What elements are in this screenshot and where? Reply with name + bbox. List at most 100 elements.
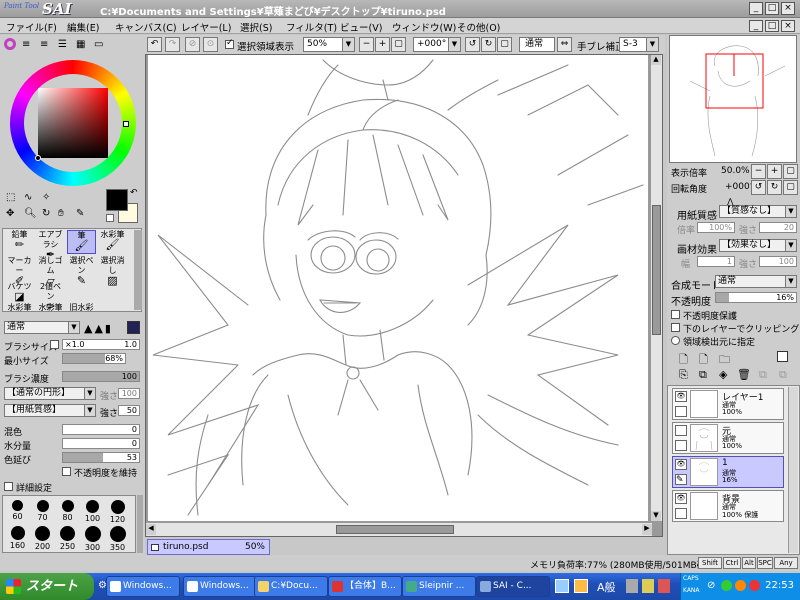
menu-layer[interactable]: レイヤー(L) <box>181 20 231 34</box>
eye-icon[interactable]: 👁︎ <box>675 391 687 402</box>
scroll-right-icon[interactable]: ▶ <box>642 524 652 535</box>
scroll-down-icon[interactable]: ▼ <box>651 511 661 521</box>
brush-size-slider[interactable]: ×1.0 1.0 <box>62 339 140 350</box>
tray-up-icon[interactable]: ⊘ <box>707 580 715 591</box>
tool-select-erase[interactable]: 選択消し ▨ <box>98 256 127 286</box>
flatten-icon[interactable]: ⧉ <box>779 368 787 382</box>
layer-item[interactable]: 元 通常 100% <box>672 422 784 454</box>
layer-item[interactable]: 👁︎ 背景 通常 100% 保護 <box>672 490 784 522</box>
taskbar-item-bbs[interactable]: 【合体】B... <box>328 576 402 597</box>
transparent-color-icon[interactable] <box>106 214 114 222</box>
zoom-reset-icon[interactable]: ▢ <box>391 37 406 52</box>
eyedropper-icon[interactable]: ✎ <box>76 208 84 219</box>
effect-strength-slider[interactable]: 100 <box>759 256 797 267</box>
size-preset-200[interactable]: 200 <box>30 526 55 551</box>
taskbar-item-sleipnir[interactable]: Sleipnir ... <box>402 576 476 597</box>
deselect-icon[interactable]: ⊘ <box>185 37 200 52</box>
tool-marker[interactable]: マーカー ✐ <box>5 256 34 286</box>
nav-rotate-left-icon[interactable]: ↺ <box>751 180 766 195</box>
presets-scrollbar[interactable] <box>137 495 143 553</box>
density-slider[interactable]: 100 <box>62 371 140 382</box>
hand-icon[interactable]: ✋︎ <box>58 208 64 219</box>
tray-app-icon[interactable] <box>735 580 746 591</box>
lock-icon[interactable] <box>675 406 687 417</box>
menu-filter[interactable]: フィルタ(T) <box>286 20 337 34</box>
saturation-value-square[interactable] <box>38 88 108 158</box>
opacity-slider[interactable]: 16% <box>715 292 797 303</box>
menu-window[interactable]: ウィンドウ(W) <box>392 20 456 34</box>
transfer-down-icon[interactable]: ⎘ <box>679 368 688 382</box>
horizontal-scroll-thumb[interactable] <box>336 525 454 534</box>
doc-close-icon[interactable]: × <box>781 20 795 32</box>
ime-pad-icon[interactable] <box>626 579 638 593</box>
paper-strength-slider[interactable]: 20 <box>759 222 797 233</box>
nav-rotate-right-icon[interactable]: ↻ <box>767 180 782 195</box>
tray-security-icon[interactable] <box>749 580 760 591</box>
blend-slider[interactable]: 0 <box>62 424 140 435</box>
maximize-icon[interactable]: □ <box>765 2 779 15</box>
ime-tool-icon[interactable] <box>658 579 670 593</box>
menu-edit[interactable]: 編集(E) <box>67 20 99 34</box>
detail-checkbox[interactable] <box>4 482 13 491</box>
canvas-vertical-scrollbar[interactable]: ▲ ▼ <box>650 55 662 521</box>
menu-canvas[interactable]: キャンバス(C) <box>115 20 177 34</box>
brush-tip-square[interactable] <box>127 321 140 334</box>
invert-select-icon[interactable]: ⊙ <box>203 37 218 52</box>
clear-layer-icon[interactable]: ◈ <box>719 368 727 381</box>
undo-icon[interactable]: ↶ <box>147 37 162 52</box>
palette-icon[interactable]: ☰ <box>58 39 67 50</box>
scroll-left-icon[interactable]: ◀ <box>146 524 156 535</box>
rgb-slider-icon[interactable]: ≡ <box>22 39 30 50</box>
merge-down-icon[interactable]: ⧉ <box>699 368 707 382</box>
size-mult-lock[interactable] <box>50 340 59 349</box>
tool-watercolor3[interactable]: 水彩筆 <box>36 303 65 313</box>
tool-eraser[interactable]: 消しゴム ▱ <box>36 256 65 286</box>
rotate-reset-icon[interactable]: ▢ <box>497 37 512 52</box>
size-preset-300[interactable]: 300 <box>80 526 105 552</box>
stretch-slider[interactable]: 53 <box>62 452 140 463</box>
effect-dropdown[interactable]: 【効果なし】 ▼ <box>719 239 797 252</box>
rotate-left-icon[interactable]: ↺ <box>465 37 480 52</box>
clipping-checkbox[interactable] <box>671 323 680 332</box>
doc-minimize-icon[interactable]: _ <box>749 20 763 32</box>
paper-scale-slider[interactable]: 100% <box>697 222 735 233</box>
delete-layer-icon[interactable]: 🗑︎ <box>737 368 751 381</box>
brush-shape-dropdown[interactable]: 【通常の円形】 ▼ <box>4 387 96 400</box>
blend-display-dropdown[interactable]: 通常 <box>519 37 555 52</box>
taskbar-item-explorer[interactable]: C:¥Docu... <box>254 576 328 597</box>
ime-mode-icon[interactable] <box>574 579 588 593</box>
blend-mode-dropdown[interactable]: 通常 ▼ <box>715 275 797 288</box>
doc-maximize-icon[interactable]: □ <box>765 20 779 32</box>
show-selection-checkbox[interactable]: ✓ <box>225 38 234 49</box>
rotate-icon[interactable]: ↻ <box>42 208 50 219</box>
drawing-canvas[interactable] <box>148 55 648 521</box>
zoom-icon[interactable]: 🔍︎ <box>24 208 37 219</box>
color-wheel-mode-icon[interactable] <box>4 38 16 50</box>
size-preset-250[interactable]: 250 <box>55 526 80 551</box>
zoom-in-icon[interactable]: + <box>375 37 390 52</box>
tool-watercolor2[interactable]: 水彩筆 <box>5 303 34 313</box>
pen-lock-icon[interactable]: ✎ <box>675 474 687 485</box>
foreground-color-swatch[interactable] <box>106 189 128 211</box>
rotate-right-icon[interactable]: ↻ <box>481 37 496 52</box>
start-button[interactable]: スタート <box>0 573 94 600</box>
brush-tip-shapes[interactable]: ▲▲▮ <box>84 322 113 335</box>
stabilizer-dropdown[interactable]: S-3 ▼ <box>619 37 659 52</box>
tool-watercolor[interactable]: 水彩筆 🖌︎ <box>98 230 127 254</box>
ime-dict-icon[interactable] <box>642 579 654 593</box>
eye-icon[interactable]: 👁︎ <box>675 493 687 504</box>
swatch-icon[interactable]: ▦ <box>76 39 85 50</box>
tool-brush[interactable]: 筆 🖌︎ <box>67 230 96 254</box>
layer-mask-icon[interactable] <box>777 351 788 362</box>
taskbar-item-windows2[interactable]: Windows... <box>183 576 257 597</box>
lock-icon[interactable] <box>675 440 687 451</box>
brush-mode-dropdown[interactable]: 通常 ▼ <box>4 321 80 334</box>
move-icon[interactable]: ✥ <box>6 208 14 219</box>
nav-zoom-reset-icon[interactable]: ▢ <box>783 164 798 179</box>
flip-icon[interactable]: ⇔ <box>557 37 572 52</box>
taskbar-item-sai[interactable]: SAI - C... <box>476 576 550 597</box>
redo-icon[interactable]: ↷ <box>165 37 180 52</box>
rect-select-icon[interactable]: ⬚ <box>6 192 15 203</box>
size-preset-160[interactable]: 160 <box>5 526 30 550</box>
layer-item[interactable]: 👁︎ レイヤー1 通常 100% <box>672 388 784 420</box>
